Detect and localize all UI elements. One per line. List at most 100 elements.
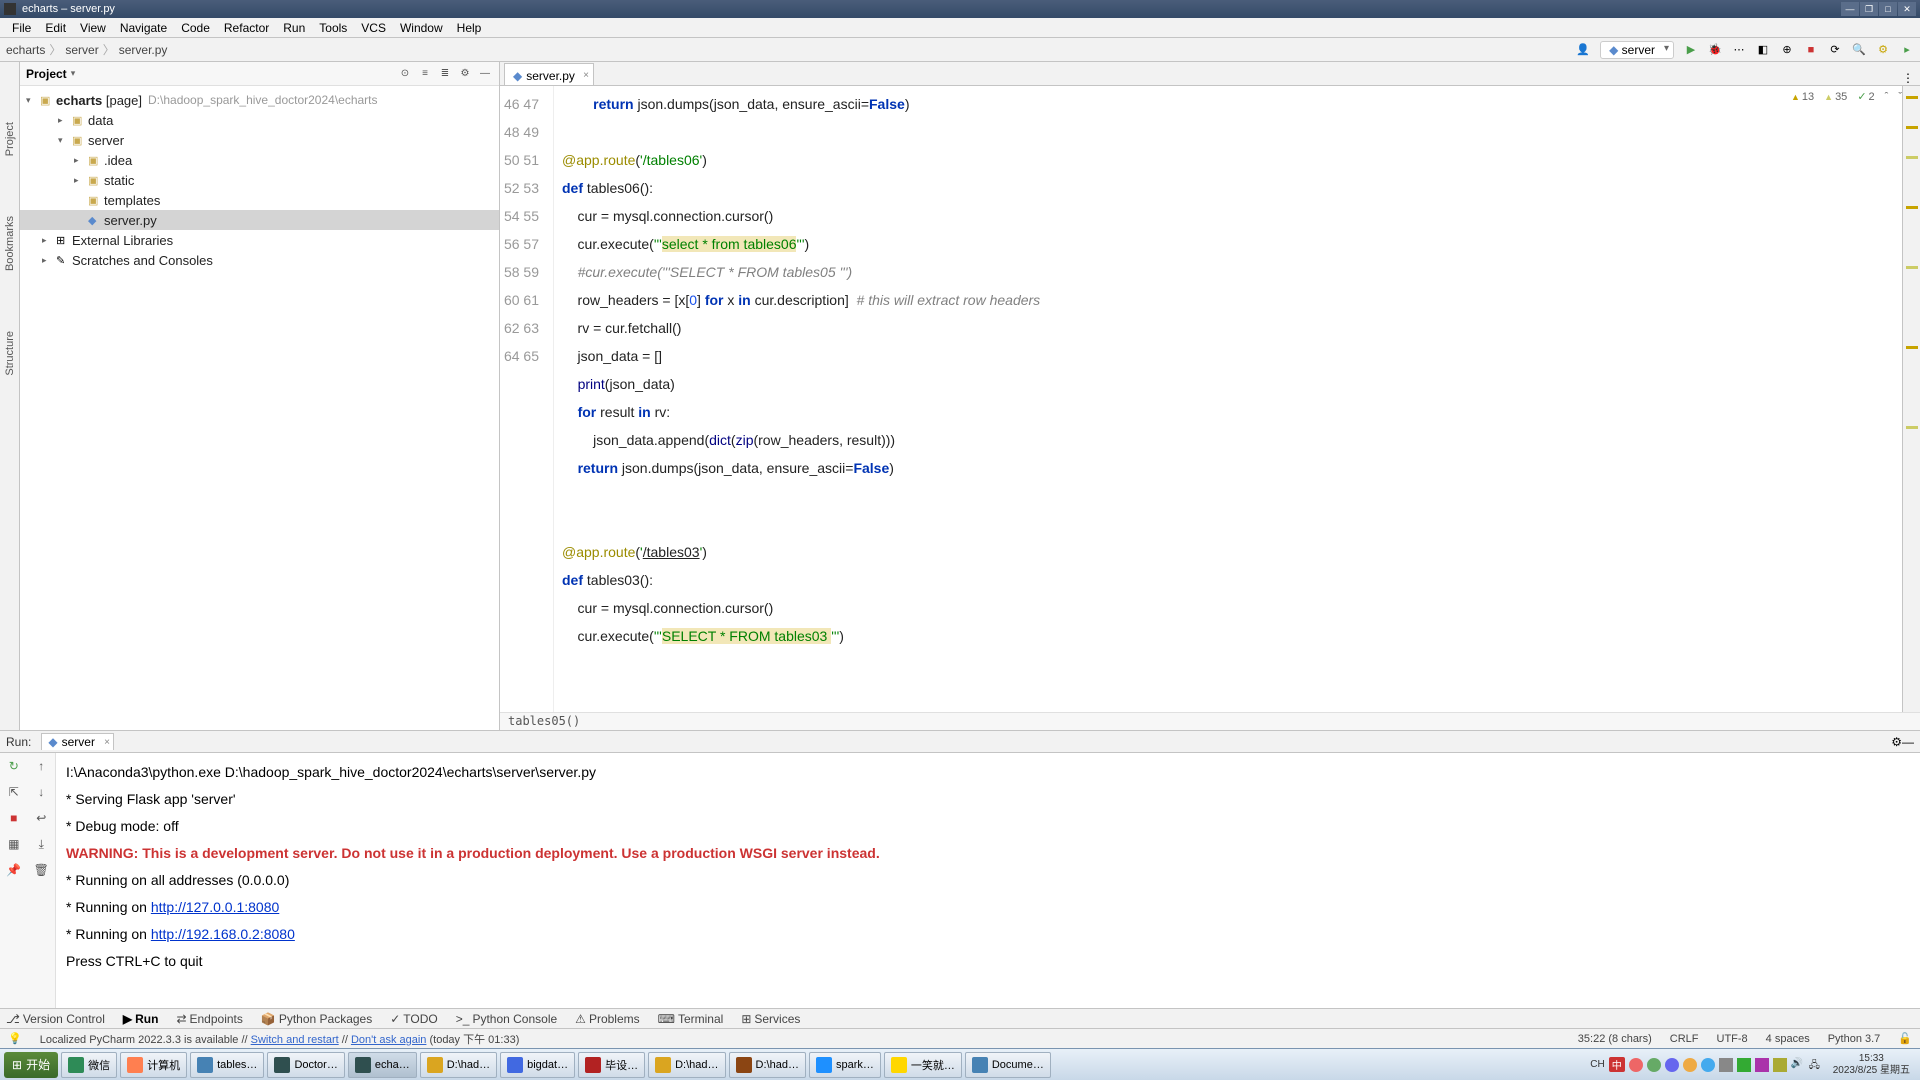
taskbar-item[interactable]: tables… [190, 1052, 264, 1078]
breadcrumb-item[interactable]: server [65, 43, 98, 57]
menu-item-navigate[interactable]: Navigate [114, 19, 173, 37]
tree-item[interactable]: ▾▣server [20, 130, 499, 150]
editor-tab[interactable]: ◆ server.py × [504, 63, 594, 85]
menu-item-window[interactable]: Window [394, 19, 449, 37]
tab-more-icon[interactable]: ⋮ [1896, 71, 1920, 85]
vcs-update-icon[interactable]: ⟳ [1828, 43, 1842, 57]
tool-tab-terminal[interactable]: ⌨ Terminal [658, 1012, 724, 1026]
tray-icon[interactable] [1773, 1058, 1787, 1072]
readonly-lock-icon[interactable]: 🔓 [1898, 1032, 1912, 1045]
editor-breadcrumb[interactable]: tables05() [500, 712, 1920, 730]
hide-icon[interactable]: — [477, 66, 493, 82]
taskbar-item[interactable]: 一笑就… [884, 1052, 962, 1078]
down-icon[interactable]: ↓ [28, 779, 56, 805]
tray-icon[interactable] [1737, 1058, 1751, 1072]
tool-tab-python-packages[interactable]: 📦 Python Packages [261, 1012, 372, 1026]
attach-icon[interactable]: ⇱ [0, 779, 28, 805]
run-config-combo[interactable]: ◆ server [1600, 41, 1674, 59]
tool-tab-todo[interactable]: ✓ TODO [390, 1012, 438, 1026]
tray-icon[interactable] [1755, 1058, 1769, 1072]
tree-item[interactable]: ▣templates [20, 190, 499, 210]
menu-item-edit[interactable]: Edit [39, 19, 72, 37]
taskbar-item[interactable]: echa… [348, 1052, 417, 1078]
tool-tab-endpoints[interactable]: ⇄ Endpoints [176, 1012, 242, 1026]
lang-indicator[interactable]: CH [1590, 1059, 1604, 1070]
tray-icon[interactable] [1719, 1058, 1733, 1072]
tray-icon[interactable] [1629, 1058, 1643, 1072]
ime-indicator[interactable]: 中 [1609, 1057, 1625, 1072]
code-content[interactable]: return json.dumps(json_data, ensure_asci… [554, 86, 1902, 712]
more-run-icon[interactable]: ⋯ [1732, 43, 1746, 57]
layout-icon[interactable]: ▦ [0, 831, 28, 857]
taskbar-item[interactable]: D:\had… [648, 1052, 725, 1078]
line-gutter[interactable]: 46 47 48 49 50 51 52 53 54 55 56 57 58 5… [500, 86, 554, 712]
tree-item[interactable]: ▸▣static [20, 170, 499, 190]
pin-icon[interactable]: 📌 [0, 857, 28, 883]
tray-icon[interactable] [1647, 1058, 1661, 1072]
tray-icon[interactable] [1683, 1058, 1697, 1072]
taskbar-item[interactable]: Doctor… [267, 1052, 344, 1078]
tool-tab-run[interactable]: ▶ Run [123, 1012, 159, 1026]
taskbar-item[interactable]: D:\had… [420, 1052, 497, 1078]
structure-tool-button[interactable]: Structure [4, 331, 16, 376]
taskbar-item[interactable]: 毕设… [578, 1052, 645, 1078]
network-icon[interactable]: 🖧 [1809, 1058, 1823, 1072]
menu-item-code[interactable]: Code [175, 19, 216, 37]
add-config-icon[interactable]: 👤 [1576, 43, 1590, 57]
menu-item-file[interactable]: File [6, 19, 37, 37]
file-encoding[interactable]: UTF-8 [1717, 1033, 1748, 1045]
maximize-button[interactable]: □ [1879, 2, 1897, 16]
coverage-icon[interactable]: ◧ [1756, 43, 1770, 57]
taskbar-item[interactable]: 计算机 [120, 1052, 187, 1078]
soft-wrap-icon[interactable]: ↩ [28, 805, 56, 831]
taskbar-item[interactable]: spark… [809, 1052, 881, 1078]
close-button[interactable]: ✕ [1898, 2, 1916, 16]
system-tray[interactable]: CH 中 🔊 🖧 15:33 2023/8/25 星期五 [1590, 1053, 1916, 1077]
status-message[interactable]: Localized PyCharm 2022.3.3 is available … [40, 1031, 520, 1047]
ide-settings-icon[interactable]: ⚙ [1876, 43, 1890, 57]
taskbar-item[interactable]: 微信 [61, 1052, 117, 1078]
menu-item-vcs[interactable]: VCS [355, 19, 392, 37]
taskbar-item[interactable]: bigdat… [500, 1052, 575, 1078]
close-icon[interactable]: × [583, 70, 589, 81]
stop-icon[interactable]: ■ [1804, 43, 1818, 57]
breadcrumb[interactable]: echarts 〉 server 〉 server.py [6, 41, 167, 58]
learn-icon[interactable]: ▸ [1900, 43, 1914, 57]
breadcrumb-item[interactable]: server.py [119, 43, 168, 57]
tool-tab-problems[interactable]: ⚠ Problems [575, 1012, 639, 1026]
taskbar-item[interactable]: Docume… [965, 1052, 1051, 1078]
run-icon[interactable]: ▶ [1684, 43, 1698, 57]
tool-tab-version-control[interactable]: ⎇ Version Control [6, 1012, 105, 1026]
tree-item[interactable]: ▸▣.idea [20, 150, 499, 170]
chevron-down-icon[interactable]: ▾ [71, 68, 76, 79]
taskbar-item[interactable]: D:\had… [729, 1052, 806, 1078]
stop-icon[interactable]: ■ [0, 805, 28, 831]
indent-info[interactable]: 4 spaces [1766, 1033, 1810, 1045]
project-tool-button[interactable]: Project [4, 122, 16, 156]
run-tab[interactable]: ◆ server × [41, 733, 114, 750]
search-icon[interactable]: 🔍 [1852, 43, 1866, 57]
bookmarks-tool-button[interactable]: Bookmarks [4, 216, 16, 271]
minimize-button[interactable]: — [1841, 2, 1859, 16]
volume-icon[interactable]: 🔊 [1791, 1058, 1805, 1072]
tray-icon[interactable] [1701, 1058, 1715, 1072]
menu-item-tools[interactable]: Tools [313, 19, 353, 37]
select-opened-file-icon[interactable]: ⊙ [397, 66, 413, 82]
breadcrumb-item[interactable]: echarts [6, 43, 45, 57]
scroll-end-icon[interactable]: ⤓ [28, 831, 56, 857]
interpreter-info[interactable]: Python 3.7 [1828, 1033, 1881, 1045]
tool-tab-services[interactable]: ⊞ Services [741, 1012, 800, 1026]
status-bulb-icon[interactable]: 💡 [8, 1032, 22, 1045]
menu-item-view[interactable]: View [74, 19, 112, 37]
profile-icon[interactable]: ⊕ [1780, 43, 1794, 57]
tree-item[interactable]: ◆server.py [20, 210, 499, 230]
run-output[interactable]: I:\Anaconda3\python.exe D:\hadoop_spark_… [56, 753, 1920, 1008]
menu-item-refactor[interactable]: Refactor [218, 19, 275, 37]
menu-item-help[interactable]: Help [451, 19, 488, 37]
menu-item-run[interactable]: Run [277, 19, 311, 37]
error-stripe[interactable] [1902, 86, 1920, 712]
line-separator[interactable]: CRLF [1670, 1033, 1699, 1045]
tray-icon[interactable] [1665, 1058, 1679, 1072]
start-button[interactable]: ⊞ 开始 [4, 1052, 58, 1078]
tree-item[interactable]: ▸▣data [20, 110, 499, 130]
